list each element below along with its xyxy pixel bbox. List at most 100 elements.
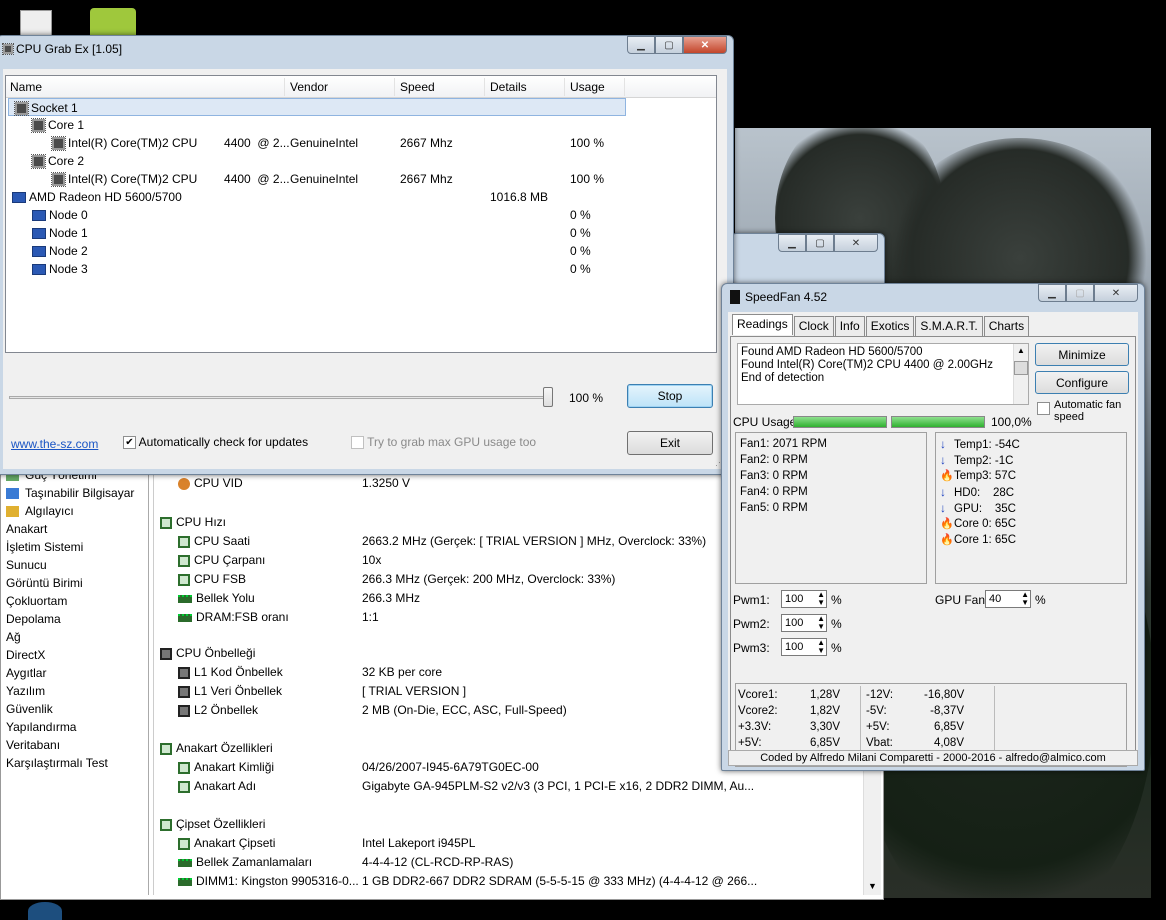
desktop-file-icon[interactable] bbox=[20, 10, 52, 36]
tab-charts[interactable]: Charts bbox=[983, 316, 1030, 337]
sidebar-item[interactable]: Veritabanı bbox=[1, 736, 148, 754]
property-row[interactable]: L1 Veri Önbellek bbox=[178, 682, 282, 701]
gpu-grab-checkbox[interactable] bbox=[351, 436, 364, 450]
log-scrollbar[interactable]: ▲ bbox=[1013, 344, 1028, 404]
cache-icon bbox=[160, 647, 172, 660]
sidebar-item-label: Veritabanı bbox=[6, 738, 61, 752]
property-row[interactable]: Anakart Adı bbox=[178, 777, 256, 796]
property-row[interactable]: CPU Çarpanı bbox=[178, 551, 265, 570]
log-line: Found AMD Radeon HD 5600/5700 bbox=[741, 346, 923, 358]
gpu-fan-spinner[interactable]: 40 ▲ ▼ bbox=[985, 590, 1031, 608]
property-row[interactable]: CPU Saati bbox=[178, 532, 250, 551]
maximize-button[interactable]: ▢ bbox=[1066, 284, 1094, 302]
sidebar-item[interactable]: Karşılaştırmalı Test bbox=[1, 754, 148, 772]
slider-thumb[interactable] bbox=[543, 387, 553, 407]
spin-arrows-icon[interactable]: ▲ ▼ bbox=[817, 615, 825, 631]
tab-info[interactable]: Info bbox=[834, 316, 865, 337]
flame-icon: 🔥 bbox=[940, 518, 954, 530]
pwm-spinner[interactable]: 100 ▲ ▼ bbox=[781, 614, 827, 632]
item-speed: 2667 Mhz bbox=[400, 172, 453, 186]
maximize-button[interactable]: ▢ bbox=[806, 234, 834, 252]
auto-fan-option[interactable]: Automatic fan speed bbox=[1037, 399, 1133, 423]
pwm-spinner[interactable]: 100 ▲ ▼ bbox=[781, 590, 827, 608]
sidebar-item[interactable]: Görüntü Birimi bbox=[1, 574, 148, 592]
list-item[interactable]: Node 3 0 % bbox=[6, 260, 624, 278]
auto-update-label: Automatically check for updates bbox=[138, 435, 309, 449]
minimize-button[interactable]: ▁ bbox=[627, 36, 655, 54]
list-item[interactable]: AMD Radeon HD 5600/5700 1016.8 MB bbox=[6, 188, 624, 206]
list-item[interactable]: Intel(R) Core(TM)2 CPU 4400 @ 2... Genuin… bbox=[6, 134, 624, 152]
cpu-usage-value: 100,0% bbox=[991, 415, 1032, 429]
column-speed[interactable]: Speed bbox=[400, 80, 435, 94]
sidebar-item[interactable]: Anakart bbox=[1, 520, 148, 538]
close-button[interactable]: ✕ bbox=[834, 234, 878, 252]
property-row[interactable]: Bellek Zamanlamaları bbox=[178, 853, 312, 872]
android-icon[interactable] bbox=[90, 8, 136, 36]
property-value: 2 MB (On-Die, ECC, ASC, Full-Speed) bbox=[362, 703, 567, 717]
property-row[interactable]: Anakart Çipseti bbox=[178, 834, 275, 853]
property-row[interactable]: CPU FSB bbox=[178, 570, 246, 589]
minimize-button[interactable]: ▁ bbox=[1038, 284, 1066, 302]
sidebar-item[interactable]: DirectX bbox=[1, 646, 148, 664]
sidebar-item[interactable]: Taşınabilir Bilgisayar bbox=[1, 484, 148, 502]
sidebar-item[interactable]: Ağ bbox=[1, 628, 148, 646]
column-name[interactable]: Name bbox=[10, 80, 42, 94]
list-item[interactable]: Node 1 0 % bbox=[6, 224, 624, 242]
exit-button[interactable]: Exit bbox=[627, 431, 713, 455]
tab-clock[interactable]: Clock bbox=[793, 316, 834, 337]
sidebar-item[interactable]: Aygıtlar bbox=[1, 664, 148, 682]
stop-button[interactable]: Stop bbox=[627, 384, 713, 408]
sidebar-item[interactable]: Depolama bbox=[1, 610, 148, 628]
column-vendor[interactable]: Vendor bbox=[290, 80, 328, 94]
auto-fan-checkbox[interactable] bbox=[1037, 402, 1050, 415]
scroll-down-icon[interactable]: ▼ bbox=[868, 881, 877, 891]
close-button[interactable]: ✕ bbox=[683, 36, 727, 54]
auto-update-checkbox[interactable]: ✔ bbox=[123, 436, 136, 450]
spin-arrows-icon[interactable]: ▲ ▼ bbox=[817, 639, 825, 655]
property-row[interactable]: L2 Önbellek bbox=[178, 701, 258, 720]
website-link[interactable]: www.the-sz.com bbox=[11, 437, 98, 451]
maximize-button[interactable]: ▢ bbox=[655, 36, 683, 54]
spin-arrows-icon[interactable]: ▲ ▼ bbox=[817, 591, 825, 607]
column-details[interactable]: Details bbox=[490, 80, 527, 94]
auto-update-option[interactable]: ✔ Automatically check for updates bbox=[123, 435, 309, 450]
minimize-speedfan-button[interactable]: Minimize bbox=[1035, 343, 1129, 366]
sidebar-item[interactable]: İşletim Sistemi bbox=[1, 538, 148, 556]
sidebar-item[interactable]: Yapılandırma bbox=[1, 718, 148, 736]
tab-exotics[interactable]: Exotics bbox=[865, 316, 915, 337]
monitor-icon bbox=[12, 192, 26, 204]
property-row[interactable]: DRAM:FSB oranı bbox=[178, 608, 289, 627]
spin-arrows-icon[interactable]: ▲ ▼ bbox=[1021, 591, 1029, 607]
item-name: Socket 1 bbox=[31, 101, 78, 115]
configure-button[interactable]: Configure bbox=[1035, 371, 1129, 394]
sidebar-item[interactable]: Yazılım bbox=[1, 682, 148, 700]
sidebar-item[interactable]: Çokluortam bbox=[1, 592, 148, 610]
list-item[interactable]: Intel(R) Core(TM)2 CPU 4400 @ 2... Genuin… bbox=[6, 170, 624, 188]
column-usage[interactable]: Usage bbox=[570, 80, 605, 94]
detection-log[interactable]: Found AMD Radeon HD 5600/5700 Found Inte… bbox=[737, 343, 1029, 405]
pwm-spinner[interactable]: 100 ▲ ▼ bbox=[781, 638, 827, 656]
list-item[interactable]: Node 0 0 % bbox=[6, 206, 624, 224]
property-label: CPU FSB bbox=[194, 572, 247, 586]
sensor-icon bbox=[6, 506, 19, 518]
device-list[interactable]: Name Vendor Speed Details Usage Socket 1… bbox=[5, 75, 717, 353]
list-item[interactable]: Core 2 bbox=[6, 152, 624, 170]
tab-readings[interactable]: Readings bbox=[732, 314, 793, 335]
sidebar-item[interactable]: Sunucu bbox=[1, 556, 148, 574]
property-row[interactable]: L1 Kod Önbellek bbox=[178, 663, 283, 682]
sidebar-item[interactable]: Güvenlik bbox=[1, 700, 148, 718]
close-button[interactable]: ✕ bbox=[1094, 284, 1138, 302]
list-item[interactable]: Node 2 0 % bbox=[6, 242, 624, 260]
steam-icon[interactable] bbox=[28, 902, 62, 920]
gpu-grab-option[interactable]: Try to grab max GPU usage too bbox=[351, 435, 536, 450]
tab-smart[interactable]: S.M.A.R.T. bbox=[915, 316, 983, 337]
cpugrab-titlebar[interactable]: CPU Grab Ex [1.05] bbox=[0, 36, 733, 62]
property-row[interactable]: DIMM1: Kingston 9905316-0... bbox=[178, 872, 359, 891]
usage-slider[interactable] bbox=[9, 387, 553, 407]
list-item[interactable]: Core 1 bbox=[6, 116, 624, 134]
property-row[interactable]: Anakart Kimliği bbox=[178, 758, 274, 777]
minimize-button[interactable]: ▁ bbox=[778, 234, 806, 252]
property-row[interactable]: Bellek Yolu bbox=[178, 589, 255, 608]
sidebar-item[interactable]: Algılayıcı bbox=[1, 502, 148, 520]
list-item[interactable]: Socket 1 bbox=[8, 98, 626, 117]
